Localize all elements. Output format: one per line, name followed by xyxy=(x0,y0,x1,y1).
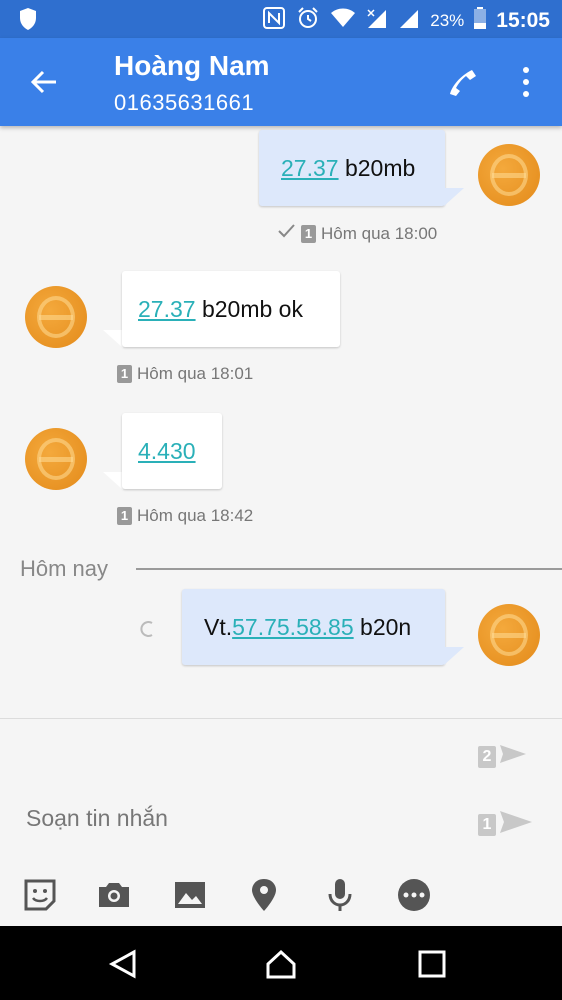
nfc-icon xyxy=(262,6,286,35)
avatar[interactable] xyxy=(478,604,540,666)
wifi-icon xyxy=(330,7,356,34)
message-link[interactable]: 27.37 xyxy=(138,296,196,323)
clock: 15:05 xyxy=(496,8,550,32)
camera-icon[interactable] xyxy=(96,877,132,913)
message-meta: 1 Hôm qua 18:42 xyxy=(117,506,253,526)
bubble-tail xyxy=(444,188,464,206)
message-bubble-incoming[interactable]: 27.37 b20mb ok xyxy=(122,271,340,347)
location-icon[interactable] xyxy=(246,877,282,913)
alarm-icon xyxy=(296,6,320,35)
battery-percent: 23% xyxy=(430,10,465,30)
message-link[interactable]: 4.430 xyxy=(138,438,196,465)
date-divider-label: Hôm nay xyxy=(20,556,109,581)
message-bubble-outgoing[interactable]: Vt. 57.75.58.85 b20n xyxy=(182,589,445,665)
date-divider-line xyxy=(136,568,562,570)
message-timestamp: Hôm qua 18:01 xyxy=(137,364,254,383)
bubble-tail xyxy=(103,472,123,490)
message-bubble-outgoing[interactable]: 27.37 b20mb xyxy=(259,130,445,206)
send-sim2-button[interactable]: 2 xyxy=(478,743,526,770)
message-prefix: Vt. xyxy=(204,613,233,640)
message-text: b20n xyxy=(353,613,412,640)
sim-badge: 1 xyxy=(117,507,132,525)
signal-icon xyxy=(366,7,388,34)
message-timestamp: Hôm qua 18:00 xyxy=(321,223,438,243)
back-arrow-icon[interactable] xyxy=(26,64,62,100)
message-bubble-incoming[interactable]: 4.430 xyxy=(122,413,222,489)
composer: 2 Soạn tin nhắn 1 xyxy=(0,718,562,926)
microphone-icon[interactable] xyxy=(322,877,358,913)
phone-icon[interactable] xyxy=(444,64,480,100)
contact-phone-number: 01635631661 xyxy=(114,90,255,115)
signal-icon xyxy=(398,7,420,34)
send-sim1-button[interactable]: 1 xyxy=(478,809,532,840)
more-options-icon[interactable] xyxy=(396,877,432,913)
sim-badge: 1 xyxy=(117,365,132,383)
more-vert-icon[interactable] xyxy=(516,62,536,102)
sim-badge: 2 xyxy=(478,745,496,768)
check-icon xyxy=(276,221,296,246)
send-icon xyxy=(500,809,532,840)
conversation-header: Hoàng Nam 01635631661 xyxy=(0,38,562,126)
battery-icon xyxy=(474,7,487,34)
avatar[interactable] xyxy=(25,286,87,348)
message-text: b20mb xyxy=(338,154,416,181)
nav-home-icon[interactable] xyxy=(265,948,297,980)
bubble-tail xyxy=(444,647,464,665)
contact-name: Hoàng Nam xyxy=(114,50,270,81)
message-meta: 1 Hôm qua 18:01 xyxy=(117,364,253,384)
sim-badge: 1 xyxy=(478,813,496,836)
nav-recents-icon[interactable] xyxy=(416,948,448,980)
message-link[interactable]: 27.37 xyxy=(281,155,339,182)
sim-badge: 1 xyxy=(301,224,316,243)
message-link[interactable]: 57.75.58.85 xyxy=(232,614,354,641)
send-icon xyxy=(500,743,526,770)
avatar[interactable] xyxy=(478,144,540,206)
attachment-toolbar xyxy=(0,875,562,919)
status-bar: 23% 15:05 xyxy=(0,0,562,38)
nav-back-icon[interactable] xyxy=(108,948,140,980)
system-navigation-bar xyxy=(0,926,562,1000)
message-timestamp: Hôm qua 18:42 xyxy=(137,506,254,525)
message-meta: 1 Hôm qua 18:00 xyxy=(276,221,437,246)
message-input[interactable]: Soạn tin nhắn xyxy=(26,805,168,832)
sending-icon xyxy=(138,620,156,643)
image-icon[interactable] xyxy=(172,877,208,913)
sticker-icon[interactable] xyxy=(22,877,58,913)
bubble-tail xyxy=(103,330,123,348)
message-text: b20mb ok xyxy=(195,295,303,322)
shield-icon xyxy=(18,8,38,35)
avatar[interactable] xyxy=(25,428,87,490)
